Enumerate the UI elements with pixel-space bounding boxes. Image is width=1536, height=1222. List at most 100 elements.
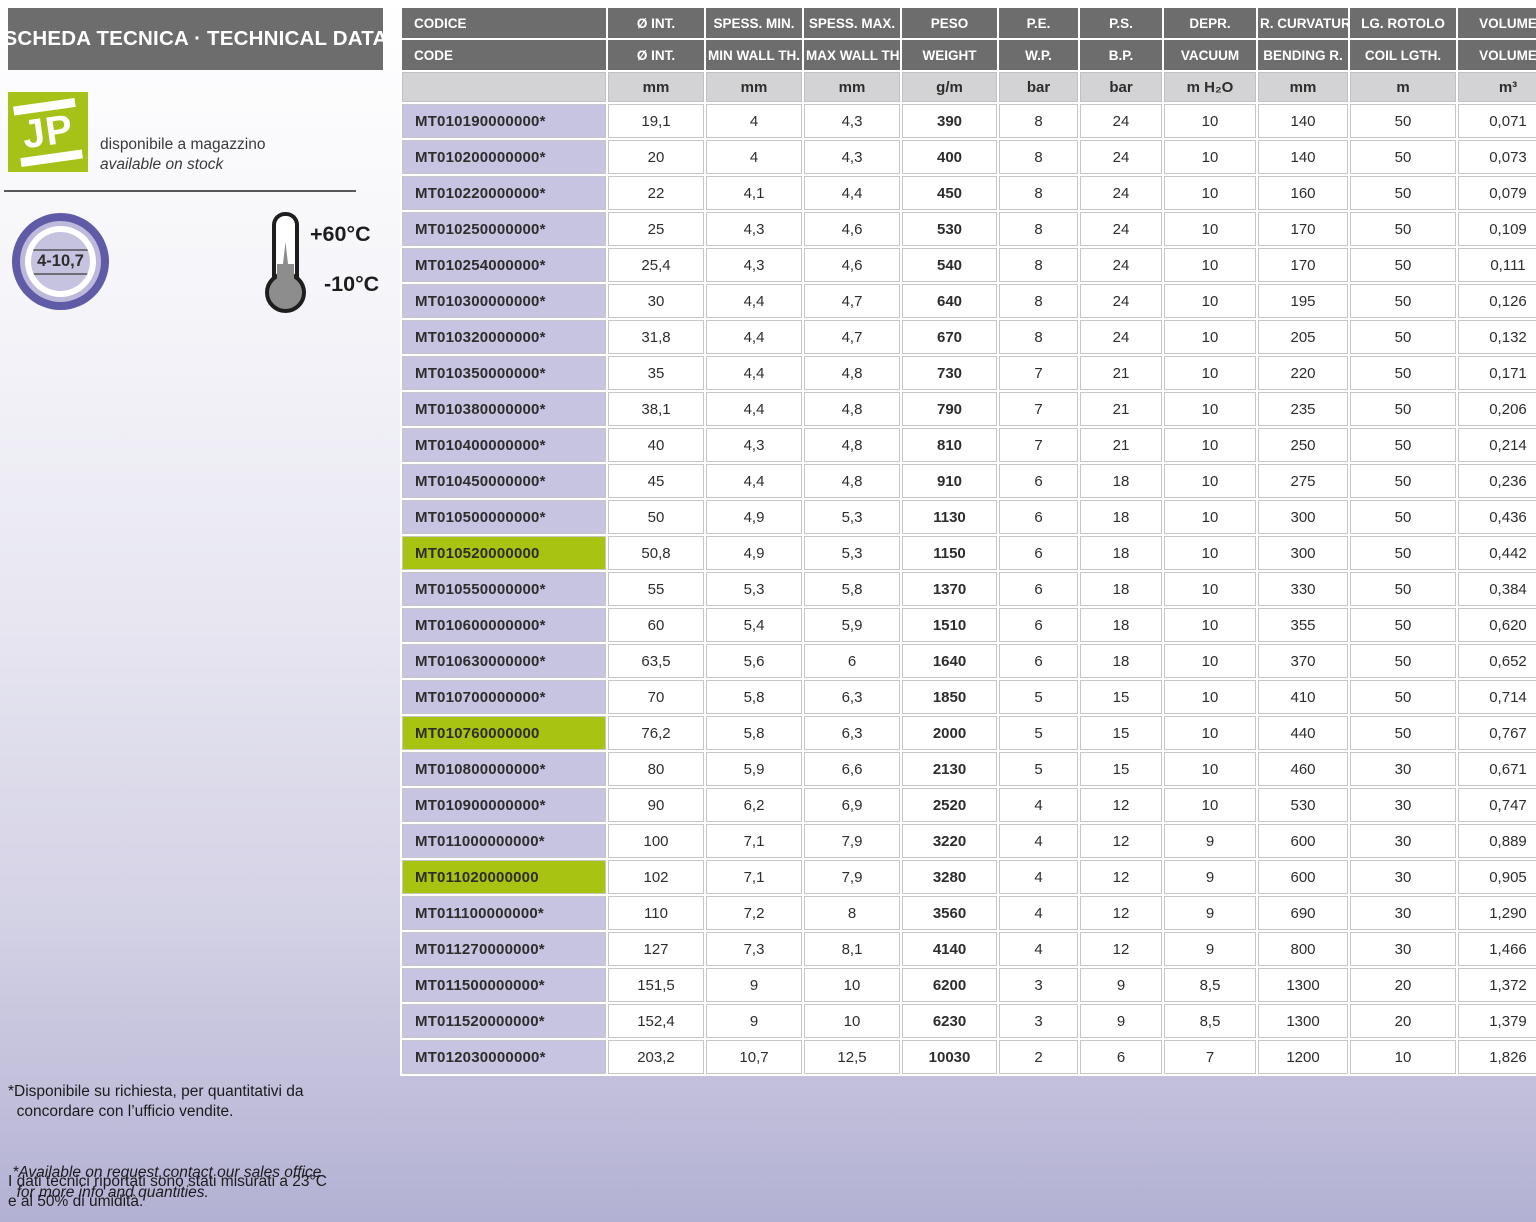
- value-cell: 4,8: [804, 392, 900, 426]
- value-cell: 4: [706, 140, 802, 174]
- value-cell: 2130: [902, 752, 997, 786]
- value-cell: 24: [1080, 176, 1162, 210]
- column-header: LG. ROTOLO: [1350, 8, 1456, 38]
- value-cell: 30: [1350, 860, 1456, 894]
- column-header: CODE: [402, 40, 606, 70]
- value-cell: 25: [608, 212, 704, 246]
- value-cell: 50: [1350, 356, 1456, 390]
- value-cell: 1300: [1258, 968, 1348, 1002]
- value-cell: 4,8: [804, 356, 900, 390]
- code-cell: MT010450000000*: [402, 464, 606, 498]
- value-cell: 4,8: [804, 428, 900, 462]
- column-header: P.E.: [999, 8, 1078, 38]
- value-cell: 70: [608, 680, 704, 714]
- value-cell: 6: [999, 536, 1078, 570]
- value-cell: 4,7: [804, 284, 900, 318]
- value-cell: 0,109: [1458, 212, 1536, 246]
- value-cell: 45: [608, 464, 704, 498]
- value-cell: 4,3: [804, 104, 900, 138]
- value-cell: 250: [1258, 428, 1348, 462]
- value-cell: 10: [804, 1004, 900, 1038]
- value-cell: 5,3: [804, 536, 900, 570]
- value-cell: 6,9: [804, 788, 900, 822]
- value-cell: 24: [1080, 104, 1162, 138]
- value-cell: 6,3: [804, 680, 900, 714]
- code-cell: MT010200000000*: [402, 140, 606, 174]
- table-row: MT010320000000*31,84,44,767082410205500,…: [402, 320, 1536, 354]
- code-cell: MT011500000000*: [402, 968, 606, 1002]
- unit-cell: mm: [706, 72, 802, 102]
- value-cell: 12: [1080, 860, 1162, 894]
- unit-cell: [402, 72, 606, 102]
- value-cell: 35: [608, 356, 704, 390]
- code-cell: MT010800000000*: [402, 752, 606, 786]
- table-row: MT0110200000001027,17,932804129600300,90…: [402, 860, 1536, 894]
- value-cell: 18: [1080, 536, 1162, 570]
- value-cell: 12: [1080, 896, 1162, 930]
- value-cell: 10: [1164, 212, 1256, 246]
- value-cell: 7: [999, 356, 1078, 390]
- value-cell: 910: [902, 464, 997, 498]
- table-row: MT011500000000*151,59106200398,51300201,…: [402, 968, 1536, 1002]
- value-cell: 410: [1258, 680, 1348, 714]
- value-cell: 7,1: [706, 824, 802, 858]
- value-cell: 15: [1080, 752, 1162, 786]
- value-cell: 20: [1350, 1004, 1456, 1038]
- tube-ring-inner: 4-10,7: [31, 232, 90, 291]
- value-cell: 6: [804, 644, 900, 678]
- value-cell: 0,714: [1458, 680, 1536, 714]
- value-cell: 4: [999, 824, 1078, 858]
- header-row-english: CODEØ INT.MIN WALL TH.MAX WALL TH.WEIGHT…: [402, 40, 1536, 70]
- value-cell: 3220: [902, 824, 997, 858]
- tube-cross-section-icon: 4-10,7: [12, 213, 109, 310]
- unit-cell: m: [1350, 72, 1456, 102]
- value-cell: 300: [1258, 500, 1348, 534]
- value-cell: 2: [999, 1040, 1078, 1074]
- value-cell: 4: [999, 896, 1078, 930]
- code-cell: MT010190000000*: [402, 104, 606, 138]
- value-cell: 8: [999, 212, 1078, 246]
- table-row: MT010254000000*25,44,34,654082410170500,…: [402, 248, 1536, 282]
- unit-cell: m³: [1458, 72, 1536, 102]
- value-cell: 4,6: [804, 212, 900, 246]
- value-cell: 1200: [1258, 1040, 1348, 1074]
- value-cell: 20: [608, 140, 704, 174]
- value-cell: 15: [1080, 716, 1162, 750]
- value-cell: 1,372: [1458, 968, 1536, 1002]
- table-row: MT010550000000*555,35,8137061810330500,3…: [402, 572, 1536, 606]
- measurement-note-italian: I dati tecnici riportati sono stati misu…: [8, 1172, 327, 1212]
- code-cell: MT011020000000: [402, 860, 606, 894]
- value-cell: 18: [1080, 572, 1162, 606]
- value-cell: 6,6: [804, 752, 900, 786]
- code-cell: MT010350000000*: [402, 356, 606, 390]
- table-row: MT01076000000076,25,86,3200051510440500,…: [402, 716, 1536, 750]
- value-cell: 100: [608, 824, 704, 858]
- value-cell: 4,3: [706, 428, 802, 462]
- value-cell: 140: [1258, 140, 1348, 174]
- column-header: CODICE: [402, 8, 606, 38]
- value-cell: 5,3: [804, 500, 900, 534]
- value-cell: 220: [1258, 356, 1348, 390]
- value-cell: 30: [1350, 896, 1456, 930]
- value-cell: 6230: [902, 1004, 997, 1038]
- value-cell: 50: [1350, 428, 1456, 462]
- value-cell: 140: [1258, 104, 1348, 138]
- value-cell: 9: [1164, 932, 1256, 966]
- value-cell: 600: [1258, 824, 1348, 858]
- value-cell: 10: [1164, 680, 1256, 714]
- value-cell: 12: [1080, 824, 1162, 858]
- value-cell: 4,8: [804, 464, 900, 498]
- value-cell: 690: [1258, 896, 1348, 930]
- column-header: COIL LGTH.: [1350, 40, 1456, 70]
- value-cell: 10: [1164, 608, 1256, 642]
- max-temperature-label: +60°C: [310, 222, 371, 247]
- value-cell: 810: [902, 428, 997, 462]
- value-cell: 4: [999, 860, 1078, 894]
- value-cell: 10: [1164, 140, 1256, 174]
- value-cell: 0,767: [1458, 716, 1536, 750]
- value-cell: 4,4: [804, 176, 900, 210]
- value-cell: 76,2: [608, 716, 704, 750]
- value-cell: 530: [1258, 788, 1348, 822]
- value-cell: 1130: [902, 500, 997, 534]
- value-cell: 5: [999, 752, 1078, 786]
